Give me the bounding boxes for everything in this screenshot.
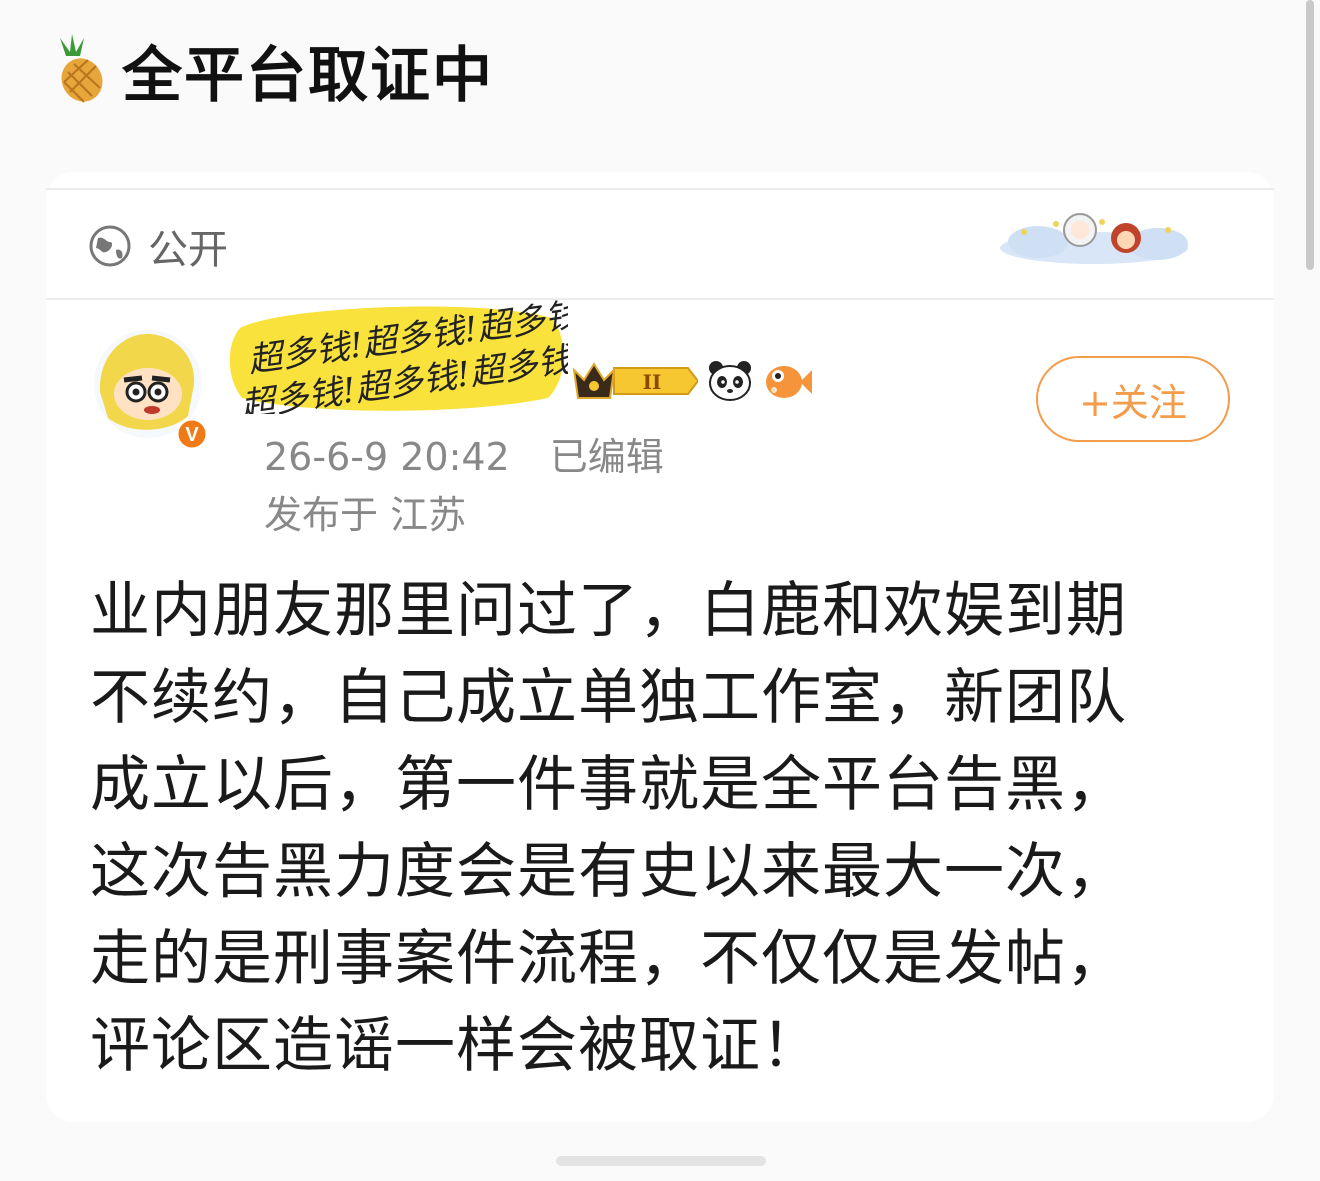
panda-icon — [709, 361, 751, 401]
svg-text:V: V — [185, 424, 199, 446]
divider — [46, 188, 1274, 190]
post-body-line: 成立以后，第一件事就是全平台告黑， — [90, 750, 1127, 820]
post-meta: 26-6-9 20:42 已编辑 — [264, 426, 664, 481]
globe-icon — [89, 225, 131, 267]
page-header: 全平台取证中 — [48, 30, 494, 111]
pineapple-icon — [60, 34, 103, 103]
svg-text:II: II — [643, 370, 662, 394]
post-body-line: 业内朋友那里问过了，白鹿和欢娱到期 — [90, 576, 1127, 646]
sticker-decoration — [1000, 213, 1188, 264]
visibility-row[interactable]: 公开 — [88, 222, 228, 273]
avatar[interactable]: V — [88, 322, 218, 452]
home-indicator — [556, 1156, 766, 1166]
page-title: 全平台取证中 — [122, 40, 494, 111]
post-card: 公开 V 超多钱!超多钱!超多钱!超多钱!超 超多钱!超多钱!超多钱!超多钱!超 — [46, 172, 1274, 1122]
post-body: 业内朋友那里问过了，白鹿和欢娱到期 不续约，自己成立单独工作室，新团队 成立以后… — [90, 568, 1230, 1090]
author-name-banner[interactable]: 超多钱!超多钱!超多钱!超多钱!超 超多钱!超多钱!超多钱!超多钱!超 — [222, 298, 568, 414]
post-body-line: 走的是刑事案件流程，不仅仅是发帖， — [90, 924, 1127, 994]
post-body-line: 这次告黑力度会是有史以来最大一次， — [90, 837, 1127, 907]
timestamp: 26-6-9 20:42 — [264, 435, 510, 479]
fish-icon — [766, 366, 812, 398]
follow-button[interactable]: +关注 — [1036, 356, 1230, 442]
crown-badge[interactable]: II — [570, 358, 698, 404]
post-body-line: 评论区造谣一样会被取证！ — [90, 1011, 822, 1081]
post-body-line: 不续约，自己成立单独工作室，新团队 — [90, 663, 1127, 733]
scrollbar[interactable] — [1306, 0, 1314, 270]
location: 发布于 江苏 — [264, 493, 467, 537]
edited-label[interactable]: 已编辑 — [550, 435, 664, 479]
visibility-label: 公开 — [148, 227, 228, 273]
